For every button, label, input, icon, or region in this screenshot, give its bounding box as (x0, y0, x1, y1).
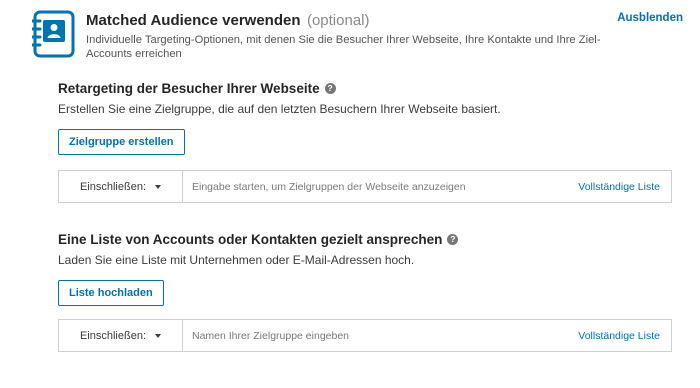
header-description: Individuelle Targeting-Optionen, mit den… (86, 34, 601, 60)
caret-down-icon (155, 333, 162, 338)
audience-name-input[interactable] (183, 320, 579, 351)
retargeting-selector: Einschließen: Vollständige Liste (58, 170, 672, 203)
header-title-row: Matched Audience verwenden (optional) (86, 12, 370, 30)
include-dropdown-value: Einschließen: (79, 180, 147, 193)
contact-book-icon (32, 10, 75, 58)
accounts-title-text: Eine Liste von Accounts oder Kontakten g… (58, 232, 443, 247)
retargeting-section: Retargeting der Besucher Ihrer Webseite … (58, 81, 678, 155)
upload-list-button[interactable]: Liste hochladen (58, 280, 164, 306)
question-circle-icon[interactable]: ? (324, 83, 336, 94)
caret-down-icon (155, 184, 162, 189)
matched-audience-header: Matched Audience verwenden (optional) In… (32, 10, 692, 62)
page-title: Matched Audience verwenden (86, 12, 301, 29)
accounts-selector: Einschließen: Vollständige Liste (58, 319, 672, 352)
accounts-section: Eine Liste von Accounts oder Kontakten g… (58, 232, 678, 306)
full-list-link[interactable]: Vollständige Liste (578, 181, 671, 193)
retargeting-title-text: Retargeting der Besucher Ihrer Webseite (58, 81, 320, 96)
include-dropdown[interactable]: Einschließen: (59, 171, 183, 202)
create-audience-button[interactable]: Zielgruppe erstellen (58, 129, 185, 155)
retargeting-description: Erstellen Sie eine Zielgruppe, die auf d… (58, 102, 501, 116)
optional-label: (optional) (306, 12, 370, 29)
accounts-title: Eine Liste von Accounts oder Kontakten g… (58, 232, 678, 247)
question-circle-icon[interactable]: ? (447, 234, 459, 245)
include-dropdown[interactable]: Einschließen: (59, 320, 183, 351)
hide-link[interactable]: Ausblenden (617, 12, 683, 24)
accounts-description: Laden Sie eine Liste mit Unternehmen ode… (58, 253, 415, 267)
include-dropdown-value: Einschließen: (79, 329, 147, 342)
website-audience-search-input[interactable] (183, 171, 579, 202)
full-list-link[interactable]: Vollständige Liste (578, 330, 671, 342)
retargeting-title: Retargeting der Besucher Ihrer Webseite … (58, 81, 678, 96)
